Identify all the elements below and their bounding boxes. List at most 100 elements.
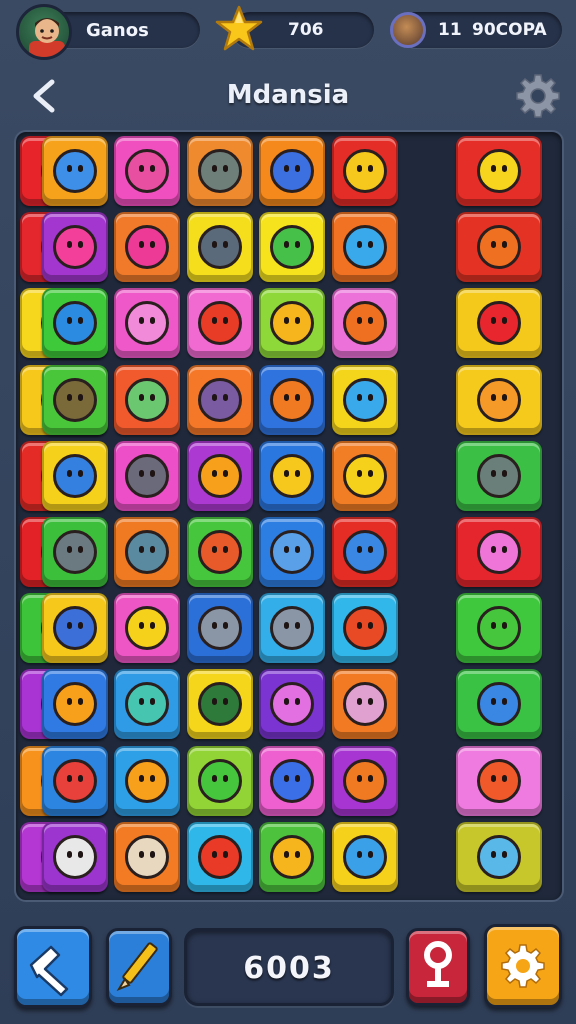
board-tile-r7-c3[interactable] (114, 593, 181, 664)
tile-creature-icon (197, 682, 242, 727)
board-tile-r1-c2[interactable] (42, 136, 108, 206)
tile-creature-icon (477, 149, 522, 193)
game-board (14, 130, 564, 902)
board-tile-r3-c5[interactable] (259, 288, 326, 359)
board-tile-r6-c5[interactable] (259, 517, 326, 587)
board-tile-r5-c7[interactable] (456, 440, 543, 511)
tile-creature-icon (53, 606, 97, 651)
board-tile-r6-c7[interactable] (456, 517, 543, 587)
board-tile-r1-c7[interactable] (456, 136, 543, 206)
board-tile-r8-c3[interactable] (114, 669, 181, 740)
tile-creature-icon (270, 377, 315, 422)
tile-creature-icon (53, 377, 97, 422)
board-tile-r10-c4[interactable] (186, 821, 253, 892)
board-tile-r9-c3[interactable] (114, 745, 181, 816)
page-title: Mdansia (226, 80, 350, 110)
pencil-button[interactable] (106, 928, 172, 1006)
player-label: Ganos (86, 20, 149, 41)
board-tile-r9-c2[interactable] (42, 745, 108, 816)
board-tile-r7-c2[interactable] (42, 593, 108, 664)
board-tile-r7-c4[interactable] (186, 593, 253, 664)
tile-creature-icon (197, 301, 242, 346)
board-tile-r5-c3[interactable] (114, 440, 181, 511)
tile-creature-icon (342, 301, 387, 346)
board-tile-r3-c7[interactable] (456, 288, 543, 359)
board-tile-r7-c6[interactable] (331, 593, 398, 664)
board-tile-r2-c6[interactable] (331, 212, 398, 283)
gear-icon[interactable] (514, 72, 562, 120)
board-tile-r4-c2[interactable] (42, 364, 108, 435)
tile-creature-icon (197, 530, 242, 574)
board-tile-r4-c4[interactable] (186, 364, 253, 435)
board-tile-r8-c4[interactable] (186, 669, 253, 740)
tile-creature-icon (125, 834, 170, 879)
hammer-button[interactable] (14, 926, 92, 1008)
board-tile-r2-c7[interactable] (456, 212, 543, 283)
tile-creature-icon (53, 301, 97, 346)
board-tile-r4-c7[interactable] (456, 364, 543, 435)
board-tile-r4-c3[interactable] (114, 364, 181, 435)
tile-creature-icon (270, 530, 315, 574)
board-tile-r5-c4[interactable] (186, 440, 253, 511)
board-tile-r6-c4[interactable] (186, 517, 253, 587)
board-tile-r2-c3[interactable] (114, 212, 181, 283)
tile-creature-icon (342, 225, 387, 270)
board-tile-r7-c7[interactable] (456, 593, 543, 664)
board-tile-r9-c6[interactable] (331, 745, 398, 816)
tile-creature-icon (270, 225, 315, 270)
board-tile-r6-c2[interactable] (42, 517, 108, 587)
tile-creature-icon (197, 377, 242, 422)
settings-button[interactable] (484, 924, 562, 1008)
board-tile-r3-c6[interactable] (331, 288, 398, 359)
tile-creature-icon (270, 149, 315, 193)
tile-creature-icon (125, 453, 170, 498)
tile-creature-icon (125, 301, 170, 346)
board-tile-r10-c3[interactable] (114, 821, 181, 892)
tile-creature-icon (477, 225, 522, 270)
tile-creature-icon (125, 225, 170, 270)
hammer-icon (29, 945, 69, 997)
board-tile-r8-c7[interactable] (456, 669, 543, 740)
board-tile-r2-c2[interactable] (42, 212, 108, 283)
avatar[interactable] (16, 4, 72, 60)
tile-creature-icon (477, 301, 522, 346)
board-tile-r6-c3[interactable] (114, 517, 181, 587)
score-display: 6003 (184, 928, 394, 1006)
board-tile-r10-c2[interactable] (42, 821, 108, 892)
tile-creature-icon (125, 606, 170, 651)
hint-button[interactable] (406, 928, 470, 1006)
tile-creature-icon (53, 758, 97, 803)
star-icon (215, 5, 263, 51)
board-tile-r8-c6[interactable] (331, 669, 398, 740)
level-name: 90COPA (472, 20, 547, 40)
board-tile-r1-c6[interactable] (331, 136, 398, 206)
board-tile-r1-c5[interactable] (259, 136, 326, 206)
board-tile-r2-c4[interactable] (186, 212, 253, 283)
board-tile-r5-c6[interactable] (331, 440, 398, 511)
board-tile-r10-c6[interactable] (331, 821, 398, 892)
board-tile-r8-c5[interactable] (259, 669, 326, 740)
board-tile-r9-c4[interactable] (186, 745, 253, 816)
tile-creature-icon (342, 682, 387, 727)
tile-creature-icon (477, 834, 522, 879)
board-tile-r5-c5[interactable] (259, 440, 326, 511)
board-tile-r1-c3[interactable] (114, 136, 181, 206)
board-tile-r4-c5[interactable] (259, 364, 326, 435)
tile-creature-icon (342, 453, 387, 498)
stars-value: 706 (288, 20, 324, 40)
board-tile-r9-c7[interactable] (456, 745, 543, 816)
board-tile-r3-c3[interactable] (114, 288, 181, 359)
tile-creature-icon (342, 834, 387, 879)
board-tile-r10-c5[interactable] (259, 821, 326, 892)
board-tile-r7-c5[interactable] (259, 593, 326, 664)
board-tile-r1-c4[interactable] (186, 136, 253, 206)
board-tile-r9-c5[interactable] (259, 745, 326, 816)
board-tile-r3-c4[interactable] (186, 288, 253, 359)
board-tile-r4-c6[interactable] (331, 364, 398, 435)
board-tile-r2-c5[interactable] (259, 212, 326, 283)
board-tile-r8-c2[interactable] (42, 669, 108, 740)
board-tile-r10-c7[interactable] (456, 821, 543, 892)
board-tile-r3-c2[interactable] (42, 288, 108, 359)
board-tile-r5-c2[interactable] (42, 440, 108, 511)
board-tile-r6-c6[interactable] (331, 517, 398, 587)
